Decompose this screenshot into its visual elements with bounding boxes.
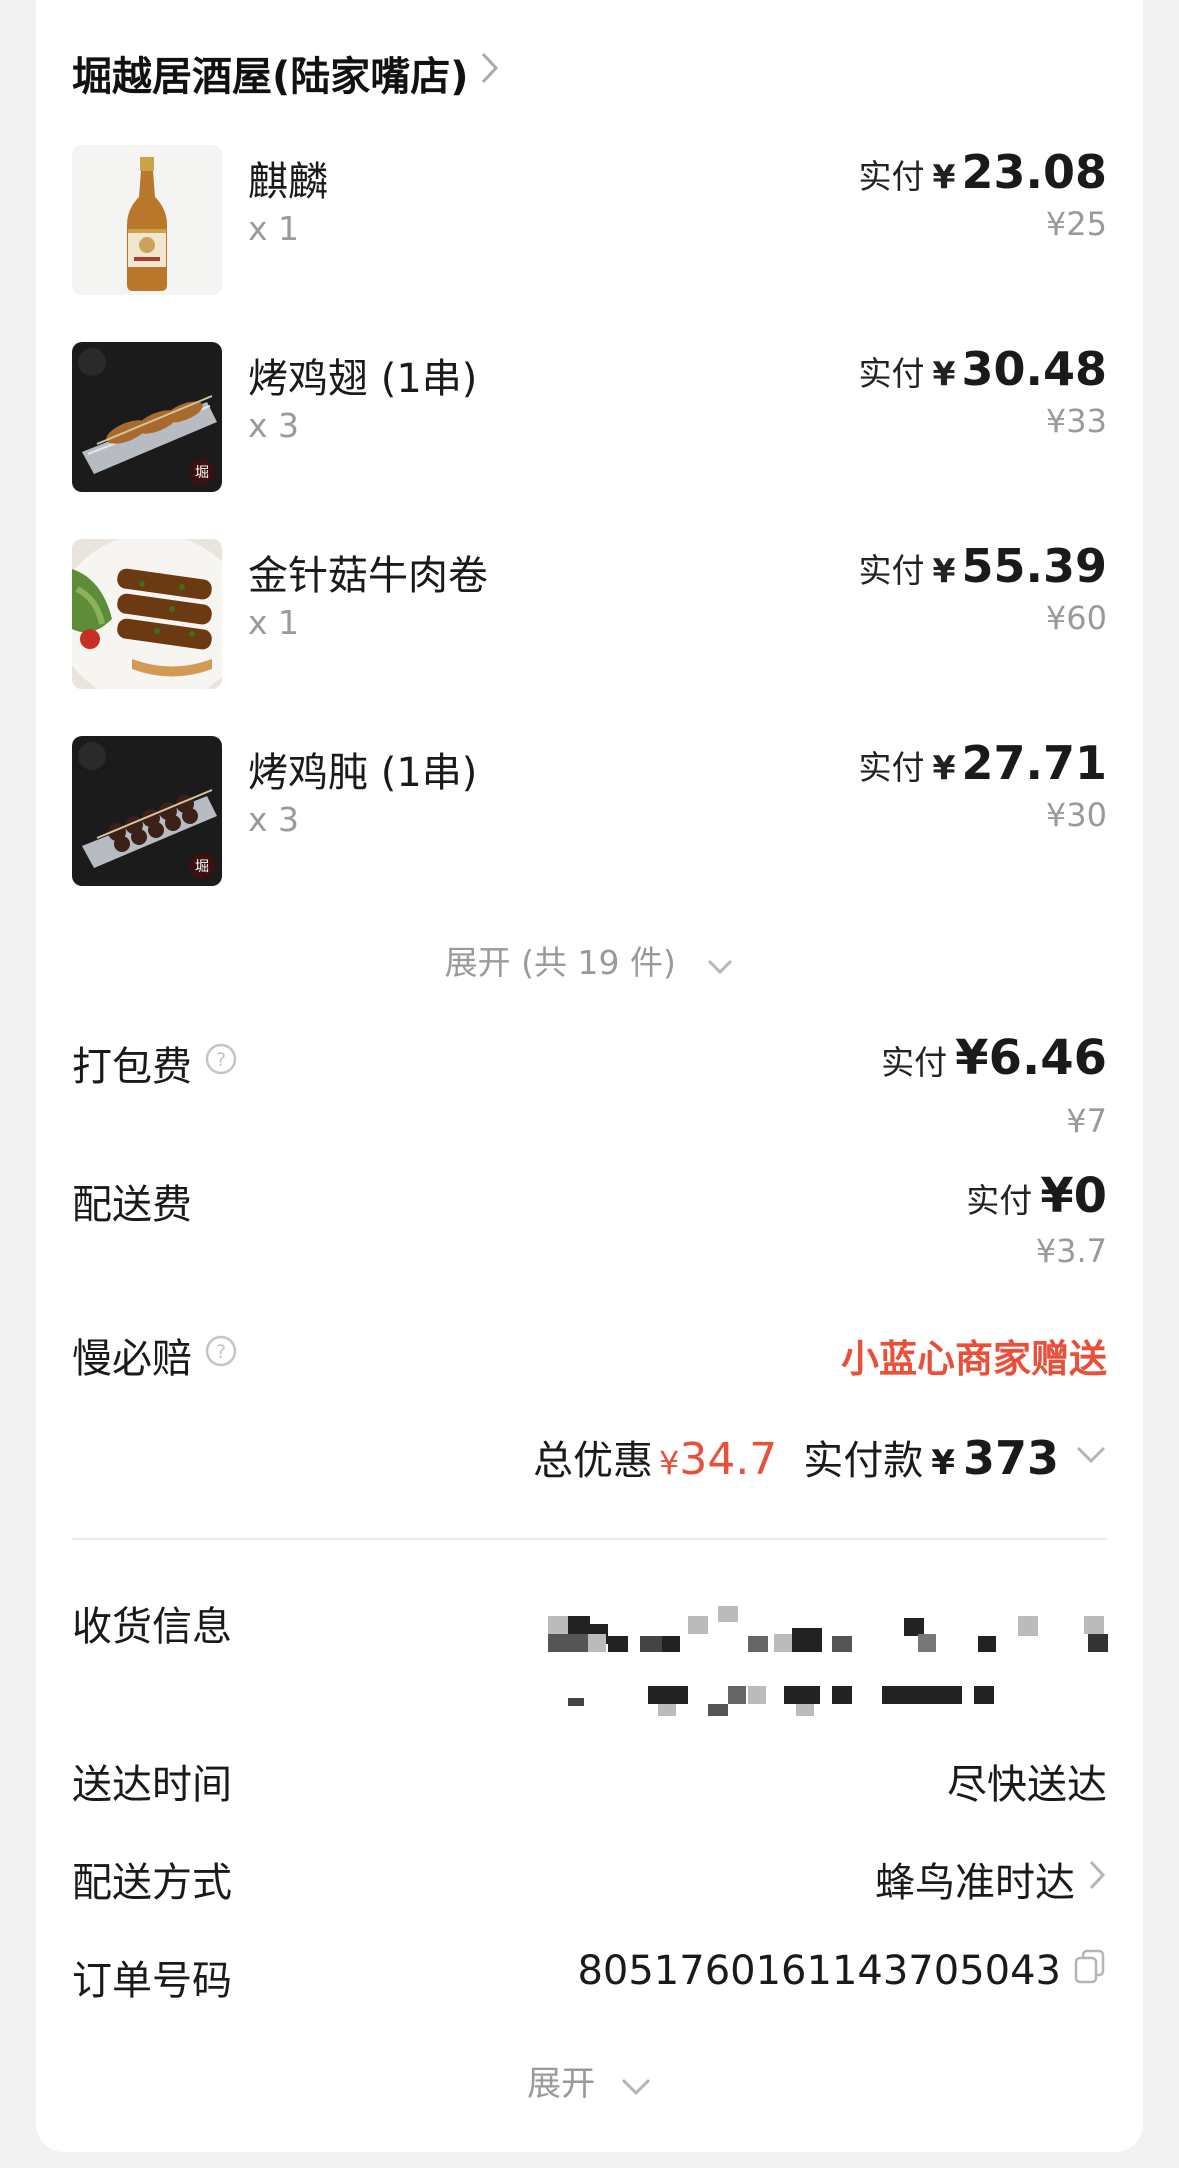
chevron-down-icon xyxy=(1075,1445,1107,1469)
delivery-method-label: 配送方式 xyxy=(72,1860,232,1906)
delivery-time-label: 送达时间 xyxy=(72,1762,232,1808)
order-detail-card: 堀越居酒屋(陆家嘴店) 麒麟 x 1 实付 ¥ 23.08 ¥25 堀 烤鸡翅 … xyxy=(36,0,1143,2152)
order-item[interactable]: 堀 烤鸡肫 (1串) x 3 实付 ¥ 27.71 ¥30 xyxy=(72,736,1107,886)
packing-fee-amount: ¥6.46 xyxy=(955,1030,1107,1086)
slow-compensation-row: 慢必赔 ? xyxy=(72,1326,238,1384)
item-image-grilled-skewers-dark: 堀 xyxy=(72,736,222,886)
address-label: 收货信息 xyxy=(72,1604,232,1650)
currency-symbol: ¥ xyxy=(932,748,956,787)
delivery-method-value: 蜂鸟准时达 xyxy=(875,1860,1075,1906)
item-image-grilled-skewers: 堀 xyxy=(72,342,222,492)
original-price: ¥25 xyxy=(1045,205,1107,243)
section-divider xyxy=(72,1538,1107,1540)
packing-fee-row: 打包费 ? xyxy=(72,1034,238,1092)
item-name: 麒麟 xyxy=(248,159,328,205)
svg-text:堀: 堀 xyxy=(195,859,209,875)
discount-label: 总优惠 xyxy=(532,1438,653,1484)
item-name: 烤鸡翅 (1串) xyxy=(248,356,478,402)
order-number-row: 8051760161143705043 xyxy=(577,1948,1107,1994)
order-number-value: 8051760161143705043 xyxy=(577,1948,1061,1994)
item-paid: 实付 ¥ 27.71 xyxy=(859,736,1107,790)
paid-amount: 30.48 xyxy=(961,342,1107,396)
copy-icon[interactable] xyxy=(1073,1948,1107,1994)
delivery-fee-label: 配送费 xyxy=(72,1182,192,1228)
delivery-fee-paid: 实付 ¥0 xyxy=(966,1168,1107,1224)
item-quantity: x 1 xyxy=(248,209,300,248)
original-price: ¥60 xyxy=(1045,599,1107,637)
delivery-time-value: 尽快送达 xyxy=(947,1762,1107,1808)
svg-text:?: ? xyxy=(216,1341,226,1363)
item-quantity: x 3 xyxy=(248,406,300,445)
paid-amount: 55.39 xyxy=(961,539,1107,593)
expand-label: 展开 xyxy=(527,2064,596,2104)
total-paid-label: 实付款 xyxy=(803,1438,924,1484)
svg-text:堀: 堀 xyxy=(195,465,209,481)
item-image-beef-rolls xyxy=(72,539,222,689)
chevron-down-icon xyxy=(620,2066,652,2106)
order-item[interactable]: 堀 烤鸡翅 (1串) x 3 实付 ¥ 30.48 ¥33 xyxy=(72,342,1107,492)
paid-label: 实付 xyxy=(858,157,925,196)
total-paid-amount: 373 xyxy=(962,1431,1059,1485)
original-price: ¥30 xyxy=(1045,796,1107,834)
item-image-beer-bottle xyxy=(72,145,222,295)
help-icon[interactable]: ? xyxy=(204,1332,238,1378)
delivery-method-row[interactable]: 蜂鸟准时达 xyxy=(875,1850,1107,1908)
order-number-label: 订单号码 xyxy=(72,1958,232,2004)
item-paid: 实付 ¥ 30.48 xyxy=(859,342,1107,396)
packing-fee-original: ¥7 xyxy=(1066,1102,1107,1140)
delivery-fee-original: ¥3.7 xyxy=(1035,1232,1107,1270)
item-quantity: x 3 xyxy=(248,800,300,839)
item-name: 金针菇牛肉卷 xyxy=(248,553,488,599)
help-icon[interactable]: ? xyxy=(204,1040,238,1086)
packing-fee-paid: 实付 ¥6.46 xyxy=(881,1030,1107,1086)
order-item[interactable]: 麒麟 x 1 实付 ¥ 23.08 ¥25 xyxy=(72,145,1107,295)
chevron-right-icon xyxy=(479,50,501,96)
paid-label: 实付 xyxy=(858,551,925,590)
currency-symbol: ¥ xyxy=(932,551,956,590)
original-price: ¥33 xyxy=(1045,402,1107,440)
paid-amount: 27.71 xyxy=(961,736,1107,790)
currency-symbol: ¥ xyxy=(658,1444,680,1482)
delivery-fee-amount: ¥0 xyxy=(1040,1168,1107,1224)
chevron-down-icon xyxy=(706,945,734,984)
item-paid: 实付 ¥ 55.39 xyxy=(859,539,1107,593)
packing-fee-label: 打包费 xyxy=(72,1044,192,1090)
paid-label: 实付 xyxy=(858,354,925,393)
slow-compensation-value: 小蓝心商家赠送 xyxy=(840,1337,1107,1381)
discount-amount: 34.7 xyxy=(679,1434,778,1485)
store-name: 堀越居酒屋(陆家嘴店) xyxy=(72,54,469,100)
svg-text:?: ? xyxy=(216,1049,226,1071)
paid-amount: 23.08 xyxy=(961,145,1107,199)
order-item[interactable]: 金针菇牛肉卷 x 1 实付 ¥ 55.39 ¥60 xyxy=(72,539,1107,689)
paid-label: 实付 xyxy=(881,1043,948,1082)
item-name: 烤鸡肫 (1串) xyxy=(248,750,478,796)
item-quantity: x 1 xyxy=(248,603,300,642)
chevron-right-icon xyxy=(1087,1856,1107,1902)
slow-compensation-label: 慢必赔 xyxy=(72,1336,192,1382)
currency-symbol: ¥ xyxy=(932,354,956,393)
currency-symbol: ¥ xyxy=(932,157,956,196)
address-pixelated xyxy=(548,1606,1108,1718)
expand-items-label: 展开 (共 19 件) xyxy=(444,943,676,982)
paid-label: 实付 xyxy=(966,1181,1033,1220)
store-header[interactable]: 堀越居酒屋(陆家嘴店) xyxy=(72,44,501,102)
paid-label: 实付 xyxy=(858,748,925,787)
delivery-fee-row: 配送费 xyxy=(72,1172,192,1230)
currency-symbol: ¥ xyxy=(931,1443,955,1483)
expand-order-info-button[interactable]: 展开 xyxy=(36,2056,1143,2106)
order-totals[interactable]: 总优惠 ¥ 34.7 实付款 ¥ 373 xyxy=(533,1428,1107,1486)
expand-items-button[interactable]: 展开 (共 19 件) xyxy=(36,936,1143,984)
item-paid: 实付 ¥ 23.08 xyxy=(859,145,1107,199)
